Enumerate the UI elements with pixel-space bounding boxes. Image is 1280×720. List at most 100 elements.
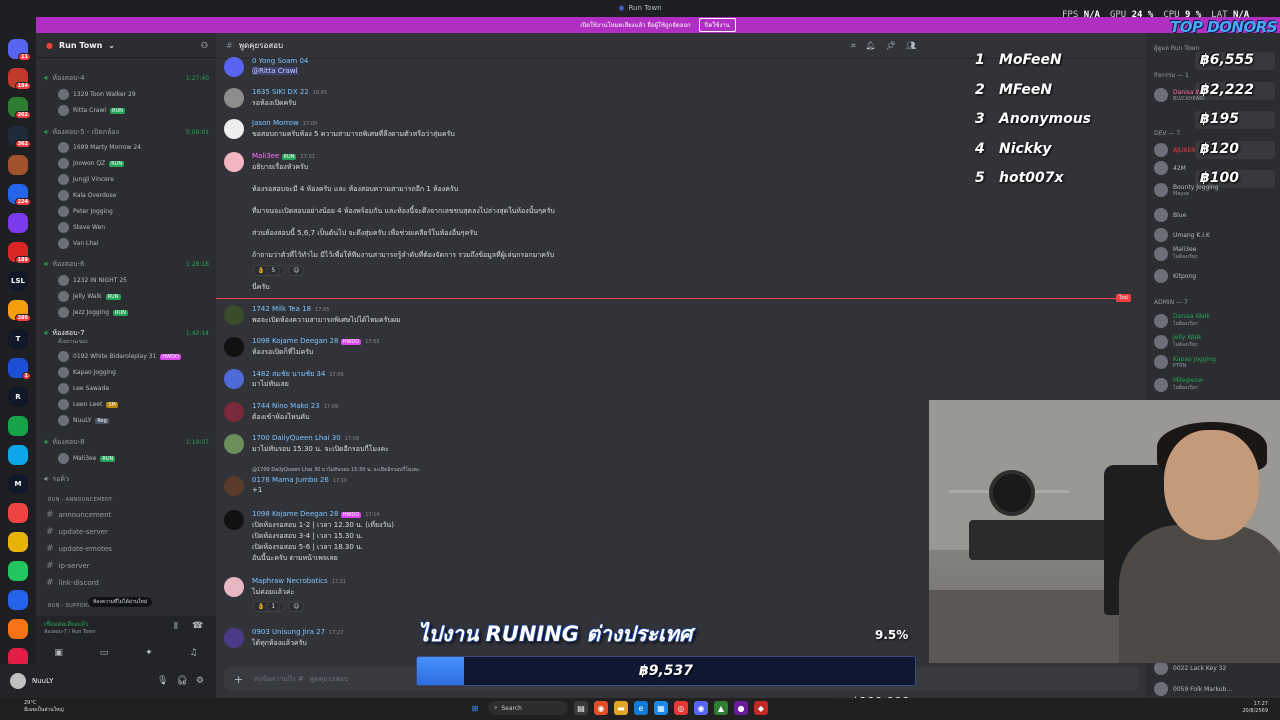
windows-start-icon[interactable]: ⊞ bbox=[468, 701, 482, 715]
server-icon[interactable] bbox=[8, 155, 28, 175]
voice-channel-room8[interactable]: 🔊︎ ห้องสอบ-8 1:19:07 bbox=[44, 437, 209, 448]
bell-icon[interactable]: 🔔︎ bbox=[866, 41, 876, 51]
server-icon[interactable] bbox=[8, 532, 28, 552]
soundboard-icon[interactable]: ♫ bbox=[189, 648, 197, 658]
camera-icon[interactable]: ▣ bbox=[54, 648, 63, 658]
message-author[interactable]: 1744 Nino Mako 23 17:09 bbox=[252, 402, 338, 410]
member-item[interactable]: Mali3ee ไม่ต้องเรียก bbox=[1154, 246, 1198, 261]
system-tray[interactable]: 17:27 20/8/2569 bbox=[1242, 701, 1268, 715]
member-item[interactable]: AJUXER bbox=[1154, 143, 1195, 157]
category-announcement[interactable]: RUN - ANNOUNCEMENT bbox=[48, 497, 112, 503]
gear-icon[interactable]: ⚙ bbox=[196, 676, 204, 686]
user-name[interactable]: NuuLY bbox=[32, 677, 53, 685]
member-item[interactable]: 42M bbox=[1154, 161, 1186, 175]
avatar[interactable] bbox=[224, 434, 244, 454]
folder-icon[interactable]: ▬ bbox=[614, 701, 628, 715]
avatar[interactable] bbox=[224, 57, 244, 77]
app-icon[interactable]: ▲ bbox=[714, 701, 728, 715]
notice-dismiss-button[interactable]: ปิดใช้งาน bbox=[698, 18, 736, 32]
app-icon[interactable]: ▤ bbox=[574, 701, 588, 715]
message-author[interactable]: Maphraw Necrobatics 17:21 bbox=[252, 577, 346, 585]
voice-user[interactable]: Kala Overdose bbox=[58, 190, 208, 201]
message-author[interactable]: 0176 Mama Jumbo 26 17:10 bbox=[252, 476, 347, 484]
text-channel-update-server[interactable]: # update-server bbox=[46, 527, 108, 537]
avatar[interactable] bbox=[224, 88, 244, 108]
server-icon[interactable]: 386 bbox=[8, 300, 31, 322]
member-item[interactable]: Milegieow ไม่ต้องเรียก bbox=[1154, 377, 1203, 392]
server-icon[interactable]: R bbox=[8, 387, 28, 407]
server-icon[interactable]: 224 bbox=[8, 184, 31, 206]
member-item[interactable]: Danisa Walk ไม่ต้องเรียก bbox=[1154, 313, 1210, 328]
app-icon[interactable]: ◆ bbox=[754, 701, 768, 715]
server-icon[interactable]: 189 bbox=[8, 242, 31, 264]
app-icon[interactable]: ● bbox=[734, 701, 748, 715]
headphones-icon[interactable]: 🎧︎ bbox=[176, 676, 187, 686]
reply-preview[interactable]: @1700 DailyQueen Lhai 30 มาไม่ทันรอบ 15:… bbox=[252, 466, 420, 474]
voice-user[interactable]: Ritta Crawl RUN bbox=[58, 105, 208, 116]
unread-tooltip[interactable]: ห้องความที่ไม่ได้อ่านใหม่ bbox=[88, 597, 153, 607]
pin-icon[interactable]: 📌︎ bbox=[886, 41, 896, 51]
activity-icon[interactable]: ✦ bbox=[145, 648, 153, 658]
voice-user[interactable]: 1699 Marty Morrow 24 bbox=[58, 142, 208, 153]
voice-user[interactable]: 1329 Toon Walker 29 bbox=[58, 89, 208, 100]
voice-channel-room4[interactable]: 🔊︎ ห้องสอบ-4 1:27:40 bbox=[44, 73, 209, 84]
voice-channel-waiting[interactable]: 🔊︎ รอคิว bbox=[44, 474, 209, 485]
store-icon[interactable]: ▦ bbox=[654, 701, 668, 715]
avatar[interactable] bbox=[10, 673, 26, 689]
server-icon[interactable]: LSL bbox=[8, 271, 28, 291]
member-item[interactable]: 0022 Lack Key 32 bbox=[1154, 661, 1226, 675]
microphone-icon[interactable]: 🎙︎ bbox=[157, 676, 168, 686]
message-author[interactable]: 1742 Milk Tea 18 17:05 bbox=[252, 305, 329, 313]
server-icon[interactable] bbox=[8, 590, 28, 610]
server-icon[interactable]: M bbox=[8, 474, 28, 494]
message-author[interactable]: Mali3ee RUN 17:01 bbox=[252, 152, 315, 160]
discord-icon[interactable]: ◉ bbox=[694, 701, 708, 715]
avatar[interactable] bbox=[224, 337, 244, 357]
message-author[interactable]: 1700 DailyQueen Lhai 30 17:09 bbox=[252, 434, 359, 442]
avatar[interactable] bbox=[224, 577, 244, 597]
text-channel-update-emotes[interactable]: # update-emotes bbox=[46, 544, 112, 554]
message-author[interactable]: 0903 Unisung Jira 27 17:27 bbox=[252, 628, 343, 636]
avatar[interactable] bbox=[224, 628, 244, 648]
noise-icon[interactable]: ⫴ bbox=[174, 622, 178, 632]
voice-user[interactable]: Mali3ee RUN bbox=[58, 453, 208, 464]
reaction[interactable]: 👌 5 bbox=[252, 265, 286, 276]
member-list-icon[interactable]: 👥︎ bbox=[906, 41, 916, 51]
app-icon[interactable]: ◉ bbox=[594, 701, 608, 715]
voice-user[interactable]: Steve Wen bbox=[58, 222, 208, 233]
avatar[interactable] bbox=[224, 152, 244, 172]
avatar[interactable] bbox=[224, 119, 244, 139]
message-author[interactable]: 1098 Kojame Deegan 28 HWDO 17:14 bbox=[252, 510, 380, 518]
server-icon[interactable]: 1 bbox=[8, 358, 31, 380]
message-author[interactable]: 1098 Kojame Deegan 28 HWDO 17:05 bbox=[252, 337, 380, 345]
add-member-icon[interactable]: ⚇ bbox=[201, 41, 208, 50]
add-reaction-icon[interactable]: ☺ bbox=[288, 265, 305, 276]
text-channel-link-discord[interactable]: # link-discord bbox=[46, 578, 99, 588]
message-author[interactable]: 0 Yong Soam 04 bbox=[252, 57, 308, 65]
voice-user[interactable]: Van Lhai bbox=[58, 238, 208, 249]
server-icon[interactable] bbox=[8, 619, 28, 639]
voice-channel-room6[interactable]: 🔊︎ ห้องสอบ-6 1:28:18 bbox=[44, 259, 209, 270]
server-icon[interactable]: 194 bbox=[8, 68, 31, 90]
member-item[interactable]: Jelly Walk ไม่ต้องเรียก bbox=[1154, 334, 1202, 349]
voice-user[interactable]: Joowon QZ RUN bbox=[58, 158, 208, 169]
avatar[interactable] bbox=[224, 305, 244, 325]
edge-icon[interactable]: e bbox=[634, 701, 648, 715]
server-icon[interactable] bbox=[8, 561, 28, 581]
member-item[interactable]: 0059 Folk Markub... bbox=[1154, 682, 1232, 696]
voice-user[interactable]: Leen Leet SM bbox=[58, 399, 208, 410]
add-reaction-icon[interactable]: ☺ bbox=[288, 601, 305, 612]
category-support[interactable]: RUN - SUPPORT bbox=[48, 603, 91, 609]
avatar[interactable] bbox=[224, 510, 244, 530]
server-icon[interactable] bbox=[8, 416, 28, 436]
member-item[interactable]: Kitpong bbox=[1154, 269, 1196, 283]
voice-user[interactable]: Lee Sawada bbox=[58, 383, 208, 394]
server-icon[interactable]: T bbox=[8, 329, 28, 349]
avatar[interactable] bbox=[224, 369, 244, 389]
server-icon[interactable] bbox=[8, 213, 28, 233]
chrome-icon[interactable]: ◎ bbox=[674, 701, 688, 715]
text-channel-ip-server[interactable]: # ip-server bbox=[46, 561, 90, 571]
threads-icon[interactable]: ⌗ bbox=[851, 41, 856, 51]
voice-user[interactable]: Jezz Jogging RUN bbox=[58, 307, 208, 318]
disconnect-icon[interactable]: ☎ bbox=[192, 621, 203, 631]
